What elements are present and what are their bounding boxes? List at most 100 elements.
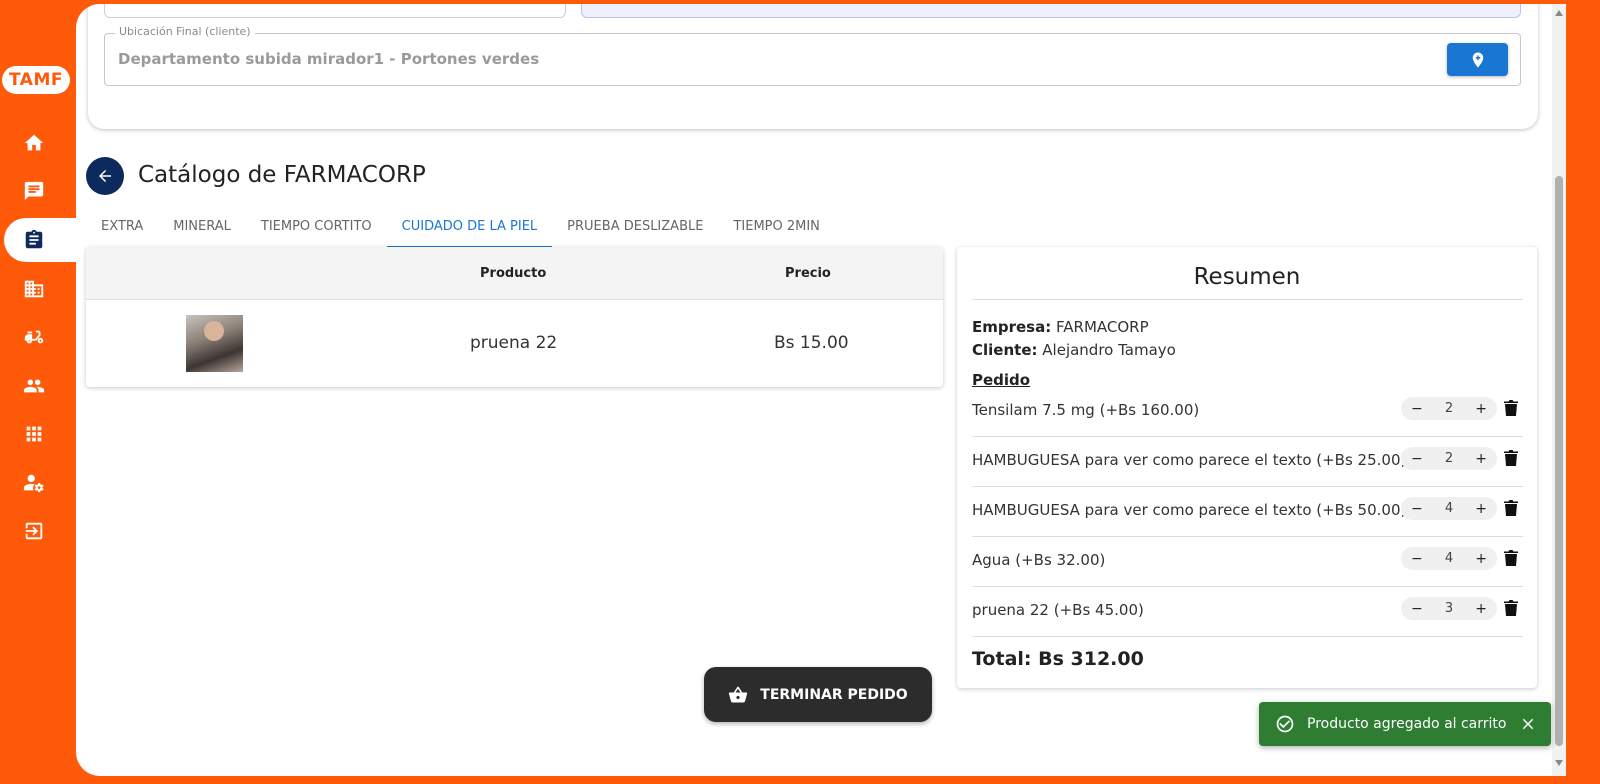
decrement-button[interactable]: −	[1411, 551, 1423, 567]
decrement-button[interactable]: −	[1411, 601, 1423, 617]
product-name: pruena 22	[470, 333, 558, 353]
arrow-left-icon	[99, 170, 111, 182]
quantity-stepper: − 2 +	[1401, 397, 1497, 420]
table-row[interactable]: pruena 22 Bs 15.00	[86, 300, 943, 387]
user-settings-icon	[23, 474, 44, 493]
client-line: Cliente: Alejandro Tamayo	[972, 341, 1176, 359]
sidebar-item-home[interactable]	[0, 121, 76, 165]
sidebar-item-logout[interactable]	[0, 509, 76, 553]
page-scrollbar[interactable]	[1552, 4, 1566, 776]
delivery-details-card: Ubicación Final (cliente) Departamento s…	[88, 4, 1538, 129]
decrement-button[interactable]: −	[1411, 501, 1423, 517]
sidebar-item-delivery[interactable]	[0, 315, 76, 359]
delete-item-button[interactable]	[1504, 500, 1518, 516]
client-value: Alejandro Tamayo	[1042, 341, 1176, 359]
order-item-name: HAMBUGUESA para ver como parece el texto…	[972, 501, 1407, 519]
order-item-name: pruena 22 (+Bs 45.00)	[972, 601, 1144, 619]
sidebar-item-users[interactable]	[0, 364, 76, 408]
quantity-stepper: − 4 +	[1401, 547, 1497, 570]
moped-icon	[24, 330, 44, 344]
tab-extra[interactable]: EXTRA	[86, 208, 158, 248]
decrement-button[interactable]: −	[1411, 401, 1423, 417]
location-pin-icon	[1472, 52, 1483, 67]
app-logo: TAMF	[2, 66, 70, 94]
summary-title: Resumen	[1193, 264, 1301, 290]
quantity-value: 4	[1444, 551, 1454, 566]
clipboard-icon	[25, 229, 43, 249]
sidebar-item-apps[interactable]	[0, 412, 76, 456]
increment-button[interactable]: +	[1475, 551, 1487, 567]
finish-order-button[interactable]: TERMINAR PEDIDO	[704, 667, 932, 722]
product-image	[186, 315, 243, 372]
toast-message: Producto agregado al carrito	[1307, 716, 1507, 732]
pick-location-button[interactable]	[1447, 43, 1508, 76]
trash-icon	[1504, 600, 1518, 616]
final-location-field[interactable]: Ubicación Final (cliente) Departamento s…	[104, 25, 1521, 86]
list-item: pruena 22 (+Bs 45.00) − 3 +	[972, 587, 1523, 637]
sidebar-item-admin[interactable]	[0, 461, 76, 505]
order-item-name: Tensilam 7.5 mg (+Bs 160.00)	[972, 401, 1200, 419]
company-value: FARMACORP	[1056, 318, 1149, 336]
column-header-precio: Precio	[785, 266, 831, 281]
final-location-value: Departamento subida mirador1 - Portones …	[118, 50, 540, 68]
building-icon	[24, 280, 44, 298]
logout-icon	[25, 522, 43, 540]
back-button[interactable]	[86, 157, 124, 195]
scroll-up-arrow[interactable]	[1555, 10, 1563, 16]
top-field-left[interactable]	[104, 4, 566, 18]
order-total: Total: Bs 312.00	[972, 648, 1144, 670]
scroll-down-arrow[interactable]	[1555, 760, 1563, 766]
top-field-right[interactable]	[581, 4, 1521, 18]
quantity-value: 3	[1444, 601, 1454, 616]
client-label: Cliente:	[972, 341, 1038, 359]
close-icon	[1522, 718, 1534, 730]
home-icon	[24, 134, 44, 151]
sidebar-item-chat[interactable]	[0, 169, 76, 213]
delete-item-button[interactable]	[1504, 450, 1518, 466]
quantity-stepper: − 4 +	[1401, 497, 1497, 520]
list-item: Agua (+Bs 32.00) − 4 +	[972, 537, 1523, 587]
catalog-title: Catálogo de FARMACORP	[138, 162, 426, 188]
quantity-value: 4	[1444, 501, 1454, 516]
tab-tiempo-2min[interactable]: TIEMPO 2MIN	[718, 208, 834, 248]
tab-tiempo-cortito[interactable]: TIEMPO CORTITO	[246, 208, 387, 248]
main-panel: Ubicación Final (cliente) Departamento s…	[76, 4, 1566, 776]
sidebar-item-companies[interactable]	[0, 267, 76, 311]
tab-prueba-deslizable[interactable]: PRUEBA DESLIZABLE	[552, 208, 718, 248]
sidebar: TAMF	[0, 0, 76, 784]
quantity-stepper: − 2 +	[1401, 447, 1497, 470]
increment-button[interactable]: +	[1475, 451, 1487, 467]
finish-order-label: TERMINAR PEDIDO	[760, 686, 908, 703]
increment-button[interactable]: +	[1475, 501, 1487, 517]
list-item: Tensilam 7.5 mg (+Bs 160.00) − 2 +	[972, 387, 1523, 437]
trash-icon	[1504, 400, 1518, 416]
product-table: Producto Precio pruena 22 Bs 15.00	[86, 247, 943, 387]
list-item: HAMBUGUESA para ver como parece el texto…	[972, 487, 1523, 537]
shopping-basket-icon	[729, 686, 748, 702]
toast-close-button[interactable]	[1519, 715, 1537, 733]
sidebar-item-orders[interactable]	[4, 218, 76, 262]
delete-item-button[interactable]	[1504, 550, 1518, 566]
chat-icon	[24, 181, 44, 201]
increment-button[interactable]: +	[1475, 601, 1487, 617]
success-toast: Producto agregado al carrito	[1259, 702, 1551, 746]
list-item: HAMBUGUESA para ver como parece el texto…	[972, 437, 1523, 487]
decrement-button[interactable]: −	[1411, 451, 1423, 467]
company-label: Empresa:	[972, 318, 1052, 336]
final-location-label: Ubicación Final (cliente)	[115, 25, 255, 38]
increment-button[interactable]: +	[1475, 401, 1487, 417]
divider	[972, 299, 1523, 300]
trash-icon	[1504, 500, 1518, 516]
apps-grid-icon	[26, 426, 42, 442]
delete-item-button[interactable]	[1504, 600, 1518, 616]
trash-icon	[1504, 450, 1518, 466]
delete-item-button[interactable]	[1504, 400, 1518, 416]
column-header-producto: Producto	[480, 266, 547, 281]
tab-cuidado-de-la-piel[interactable]: CUIDADO DE LA PIEL	[386, 208, 553, 248]
product-table-header: Producto Precio	[86, 247, 943, 300]
order-summary-card: Resumen Empresa: FARMACORP Cliente: Alej…	[957, 247, 1537, 688]
trash-icon	[1504, 550, 1518, 566]
scroll-thumb[interactable]	[1555, 176, 1563, 746]
order-item-name: HAMBUGUESA para ver como parece el texto…	[972, 451, 1407, 469]
tab-mineral[interactable]: MINERAL	[158, 208, 246, 248]
